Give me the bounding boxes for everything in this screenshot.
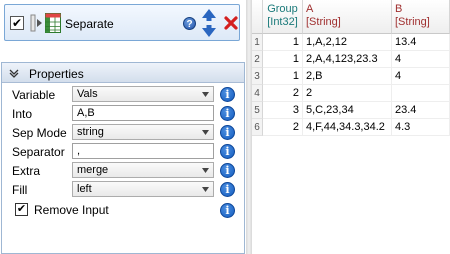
row-number: 6 (252, 119, 263, 136)
question-icon[interactable]: ? (183, 17, 196, 30)
field-into: Into A,B i (2, 104, 246, 123)
table-cell[interactable]: 4,F,44,34.3,34.2 (303, 119, 392, 136)
field-extra: Extra merge i (2, 161, 246, 180)
row-number: 3 (252, 68, 263, 85)
row-number: 4 (252, 85, 263, 102)
info-icon[interactable]: i (220, 125, 235, 140)
row-number: 1 (252, 34, 263, 51)
field-remove-input: ✔ Remove Input i (2, 201, 246, 220)
red-x-icon[interactable] (223, 15, 239, 31)
field-label: Variable (12, 88, 56, 102)
into-input[interactable]: A,B (72, 105, 214, 121)
sep-mode-select[interactable]: string (72, 124, 214, 140)
field-variable: Variable Vals i (2, 85, 246, 104)
info-icon[interactable]: i (220, 203, 235, 218)
info-icon[interactable]: i (220, 87, 235, 102)
field-separator: Separator , i (2, 142, 246, 161)
chevron-down-icon (202, 168, 209, 173)
column-type: [String] (306, 16, 341, 28)
column-name: A (306, 3, 314, 15)
field-fill: Fill left i (2, 180, 246, 199)
column-header-b[interactable]: B [String] (392, 0, 450, 34)
table-cell[interactable]: 23.4 (392, 102, 450, 119)
table-cell[interactable] (392, 85, 450, 102)
table-cell[interactable]: 1 (263, 68, 303, 85)
column-header-group[interactable]: Group [Int32] (263, 0, 303, 34)
table-cell[interactable]: 1 (263, 34, 303, 51)
select-value: string (77, 126, 104, 138)
table-cell[interactable]: 4 (392, 51, 450, 68)
properties-title: Properties (29, 67, 84, 81)
properties-panel: Properties Variable Vals i Into A,B i Se… (1, 62, 245, 254)
step-arrow-icon (30, 14, 42, 32)
table-cell[interactable]: 1 (263, 51, 303, 68)
field-sep-mode: Sep Mode string i (2, 123, 246, 142)
left-panel: ✔ Separate ? Properties Variable Vals i … (0, 0, 246, 254)
table-cell[interactable]: 2 (303, 85, 392, 102)
step-enabled-checkbox[interactable]: ✔ (10, 16, 24, 30)
properties-header[interactable]: Properties (2, 63, 244, 83)
info-icon[interactable]: i (220, 106, 235, 121)
info-icon[interactable]: i (220, 163, 235, 178)
step-label: Separate (65, 17, 114, 31)
up-down-arrows-icon[interactable] (201, 8, 217, 38)
field-label: Sep Mode (12, 126, 67, 140)
select-value: Vals (77, 88, 98, 100)
step-separate[interactable]: ✔ Separate ? (4, 4, 240, 41)
column-type: [Int32] (267, 16, 298, 28)
chevron-down-icon[interactable] (9, 68, 19, 78)
column-name: B (395, 3, 403, 15)
field-label: Separator (12, 145, 65, 159)
table-cell[interactable]: 5,C,23,34 (303, 102, 392, 119)
table-cell[interactable]: 2 (263, 85, 303, 102)
table-cell[interactable]: 2,B (303, 68, 392, 85)
remove-input-label: Remove Input (34, 203, 109, 217)
corner-header (252, 0, 263, 34)
row-number: 2 (252, 51, 263, 68)
separator-input[interactable]: , (72, 143, 214, 159)
chevron-down-icon (202, 92, 209, 97)
table-cell[interactable]: 2,A,4,123,23.3 (303, 51, 392, 68)
chevron-down-icon (202, 130, 209, 135)
extra-select[interactable]: merge (72, 162, 214, 178)
field-label: Into (12, 107, 33, 121)
data-table: Group [Int32] A [String] B [String] 1 1 … (252, 0, 450, 254)
input-value: A,B (77, 107, 95, 119)
table-cell[interactable]: 13.4 (392, 34, 450, 51)
table-cell[interactable]: 4 (392, 68, 450, 85)
table-cell[interactable]: 3 (263, 102, 303, 119)
info-icon[interactable]: i (220, 144, 235, 159)
input-value: , (77, 145, 81, 157)
variable-select[interactable]: Vals (72, 86, 214, 102)
chevron-down-icon (202, 187, 209, 192)
table-cell[interactable]: 4.3 (392, 119, 450, 136)
column-name: Group (267, 3, 298, 15)
select-value: merge (77, 164, 109, 176)
field-label: Fill (12, 183, 28, 197)
table-cell[interactable]: 2 (263, 119, 303, 136)
table-grid-icon (45, 13, 61, 33)
column-type: [String] (395, 16, 430, 28)
info-icon[interactable]: i (220, 182, 235, 197)
column-header-a[interactable]: A [String] (303, 0, 392, 34)
table-cell[interactable]: 1,A,2,12 (303, 34, 392, 51)
row-number: 5 (252, 102, 263, 119)
remove-input-checkbox[interactable]: ✔ (15, 203, 28, 216)
select-value: left (77, 183, 92, 195)
fill-select[interactable]: left (72, 181, 214, 197)
field-label: Extra (12, 164, 41, 178)
